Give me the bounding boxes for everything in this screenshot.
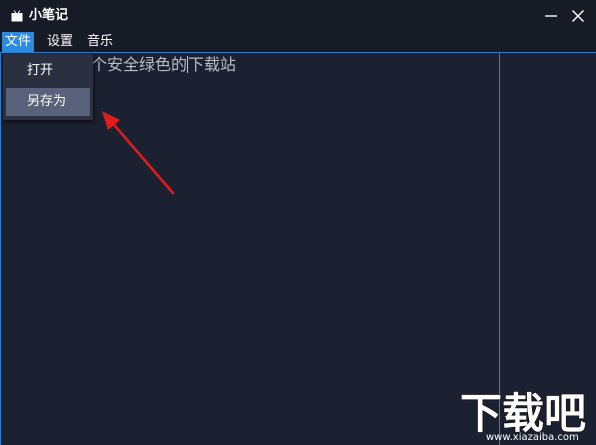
- menu-file[interactable]: 文件: [2, 32, 35, 52]
- side-panel: [500, 52, 596, 445]
- menu-settings[interactable]: 设置: [44, 32, 76, 52]
- app-window: 小笔记 文件 设置 音乐 一个安全绿色的下载站 打开 另存为 下载吧 www.x…: [0, 0, 596, 445]
- menu-bar: 文件 设置 音乐: [0, 32, 596, 52]
- menu-item-open[interactable]: 打开: [6, 57, 90, 85]
- tv-icon: [11, 10, 23, 22]
- editor-text-after: 下载站: [188, 55, 237, 74]
- menu-music[interactable]: 音乐: [84, 32, 116, 52]
- title-bar: 小笔记: [0, 0, 596, 32]
- menu-item-save-as[interactable]: 另存为: [6, 88, 90, 116]
- minimize-icon[interactable]: [541, 6, 561, 26]
- file-dropdown-menu: 打开 另存为: [3, 54, 93, 120]
- close-icon[interactable]: [568, 6, 588, 26]
- app-title: 小笔记: [29, 8, 69, 23]
- editor-content[interactable]: 一个安全绿色的下载站: [75, 55, 236, 75]
